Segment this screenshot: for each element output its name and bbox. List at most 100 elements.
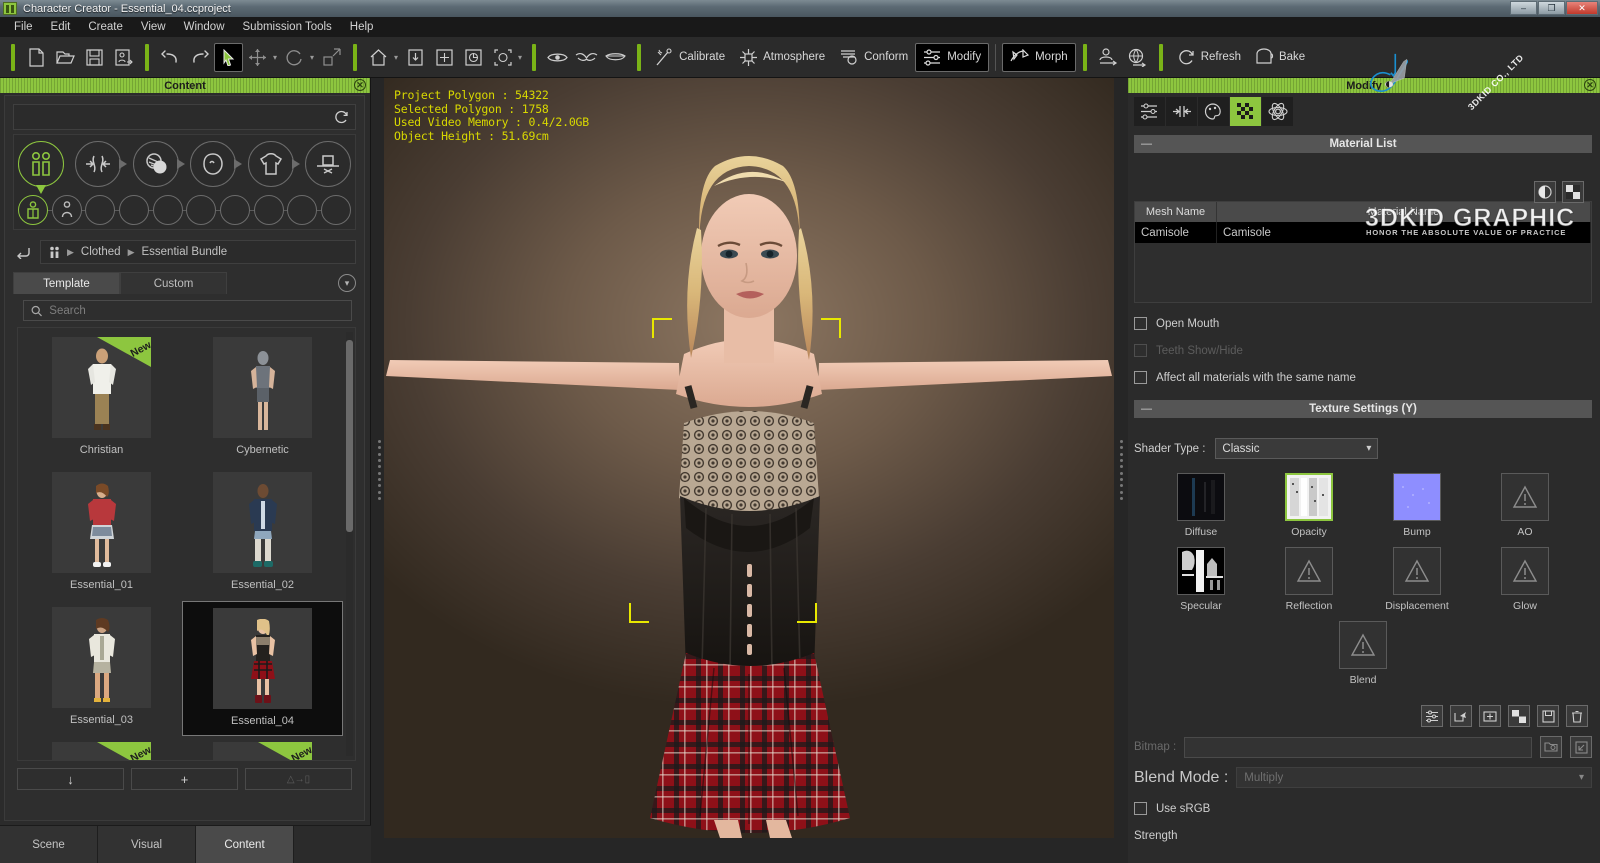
texture-thumbnail[interactable] xyxy=(1177,473,1225,521)
checker-icon[interactable] xyxy=(1508,705,1530,727)
orbit-icon[interactable] xyxy=(459,43,488,72)
list-item[interactable]: New xyxy=(182,736,343,761)
menu-window[interactable]: Window xyxy=(175,19,234,35)
save-as-icon[interactable] xyxy=(109,43,138,72)
table-row[interactable]: Camisole Camisole xyxy=(1135,222,1591,243)
sidebar-item-empty-6[interactable] xyxy=(254,195,284,225)
close-icon[interactable]: ✕ xyxy=(1584,79,1596,91)
sidebar-item-clothed[interactable] xyxy=(18,195,48,225)
bake-button[interactable]: Bake xyxy=(1248,43,1312,72)
viewport-left-splitter[interactable] xyxy=(376,440,383,500)
texture-channel-displacement[interactable]: Displacement xyxy=(1363,547,1471,612)
home-dropdown-caret[interactable]: ▾ xyxy=(394,53,398,62)
save-icon[interactable] xyxy=(80,43,109,72)
sidebar-item-empty-5[interactable] xyxy=(220,195,250,225)
tab-content[interactable]: Content xyxy=(196,826,294,863)
texture-channel-glow[interactable]: Glow xyxy=(1471,547,1579,612)
back-arrow-icon[interactable] xyxy=(13,242,33,262)
menu-edit[interactable]: Edit xyxy=(42,19,80,35)
rotate-icon[interactable] xyxy=(280,43,309,72)
sidebar-item-head[interactable] xyxy=(190,141,236,187)
use-srgb-checkbox[interactable]: Use sRGB xyxy=(1134,802,1592,815)
tab-adjust[interactable] xyxy=(1166,97,1198,126)
menu-view[interactable]: View xyxy=(132,19,175,35)
redo-icon[interactable] xyxy=(185,43,214,72)
morph-button[interactable]: Morph xyxy=(1002,43,1076,72)
bitmap-field[interactable] xyxy=(1184,737,1532,758)
breadcrumb[interactable]: ▶ Clothed ▶ Essential Bundle xyxy=(40,240,356,264)
sidebar-item-empty-7[interactable] xyxy=(287,195,317,225)
new-file-icon[interactable] xyxy=(22,43,51,72)
sidebar-item-accessory[interactable] xyxy=(305,141,351,187)
move-icon[interactable] xyxy=(243,43,272,72)
texture-channel-bump[interactable]: Bump xyxy=(1363,473,1471,538)
viewport-right-splitter[interactable] xyxy=(1118,440,1125,500)
menu-submission-tools[interactable]: Submission Tools xyxy=(234,19,341,35)
texture-channel-ao[interactable]: AO xyxy=(1471,473,1579,538)
adjust-icon[interactable] xyxy=(1421,705,1443,727)
texture-thumbnail-empty[interactable] xyxy=(1285,547,1333,595)
home-icon[interactable] xyxy=(364,43,393,72)
add-icon[interactable] xyxy=(1479,705,1501,727)
texture-channel-diffuse[interactable]: Diffuse xyxy=(1147,473,1255,538)
blend-mode-select[interactable]: Multiply xyxy=(1236,767,1592,788)
tab-material[interactable] xyxy=(1230,97,1262,126)
reload-icon[interactable] xyxy=(334,110,349,125)
checker-preview-icon[interactable] xyxy=(1562,181,1584,203)
list-item[interactable]: Cybernetic xyxy=(182,331,343,466)
mouth-icon[interactable] xyxy=(601,43,630,72)
tab-visual[interactable]: Visual xyxy=(98,826,196,863)
rotate-dropdown-caret[interactable]: ▾ xyxy=(310,53,314,62)
breadcrumb-item-essential-bundle[interactable]: Essential Bundle xyxy=(141,246,227,258)
texture-channel-specular[interactable]: Specular xyxy=(1147,547,1255,612)
maximize-button[interactable]: ❐ xyxy=(1538,1,1565,15)
affect-all-materials-checkbox[interactable]: Affect all materials with the same name xyxy=(1134,371,1592,384)
modify-button[interactable]: Modify xyxy=(915,43,989,72)
tab-custom[interactable]: Custom xyxy=(120,272,227,294)
menu-file[interactable]: File xyxy=(5,19,42,35)
list-item[interactable]: Essential_02 xyxy=(182,466,343,601)
texture-settings-header[interactable]: — Texture Settings (Y) xyxy=(1134,400,1592,418)
texture-channel-opacity[interactable]: Opacity xyxy=(1255,473,1363,538)
list-item[interactable]: Essential_01 xyxy=(21,466,182,601)
frame-dropdown-caret[interactable]: ▾ xyxy=(518,53,522,62)
sidebar-item-skin[interactable] xyxy=(133,141,179,187)
tab-appearance[interactable] xyxy=(1198,97,1230,126)
select-arrow-icon[interactable] xyxy=(214,43,243,72)
sidebar-item-empty-3[interactable] xyxy=(153,195,183,225)
tab-scene[interactable]: Scene xyxy=(0,826,98,863)
fit-icon[interactable] xyxy=(401,43,430,72)
search-input[interactable] xyxy=(49,305,344,317)
refresh-button[interactable]: Refresh xyxy=(1170,43,1248,72)
sidebar-item-morph[interactable] xyxy=(75,141,121,187)
open-mouth-checkbox[interactable]: Open Mouth xyxy=(1134,317,1592,330)
close-icon[interactable]: ✕ xyxy=(354,79,366,91)
content-scrollbar[interactable] xyxy=(346,332,353,756)
open-icon[interactable] xyxy=(1570,736,1592,758)
avatar-export-icon[interactable] xyxy=(1094,43,1123,72)
tab-physics[interactable] xyxy=(1262,97,1294,126)
sidebar-item-empty-2[interactable] xyxy=(119,195,149,225)
texture-channel-reflection[interactable]: Reflection xyxy=(1255,547,1363,612)
menu-create[interactable]: Create xyxy=(79,19,132,35)
3d-viewport[interactable]: Project Polygon : 54322 Selected Polygon… xyxy=(384,78,1114,838)
tab-attribute[interactable] xyxy=(1134,97,1166,126)
list-item[interactable]: New Christian xyxy=(21,331,182,466)
pan-icon[interactable] xyxy=(430,43,459,72)
chevron-down-icon[interactable]: ▾ xyxy=(338,274,356,292)
sphere-preview-icon[interactable] xyxy=(1534,181,1556,203)
load-icon[interactable] xyxy=(1450,705,1472,727)
calibrate-button[interactable]: Calibrate xyxy=(648,43,732,72)
texture-thumbnail-empty[interactable] xyxy=(1393,547,1441,595)
undo-icon[interactable] xyxy=(156,43,185,72)
sidebar-item-nude[interactable] xyxy=(52,195,82,225)
move-dropdown-caret[interactable]: ▾ xyxy=(273,53,277,62)
menu-help[interactable]: Help xyxy=(341,19,383,35)
browse-icon[interactable] xyxy=(1540,736,1562,758)
texture-thumbnail[interactable] xyxy=(1285,473,1333,521)
shader-type-select[interactable]: Classic xyxy=(1215,438,1378,459)
frame-icon[interactable] xyxy=(488,43,517,72)
delete-icon[interactable] xyxy=(1566,705,1588,727)
sidebar-item-empty-8[interactable] xyxy=(321,195,351,225)
eyebrow-icon[interactable] xyxy=(572,43,601,72)
